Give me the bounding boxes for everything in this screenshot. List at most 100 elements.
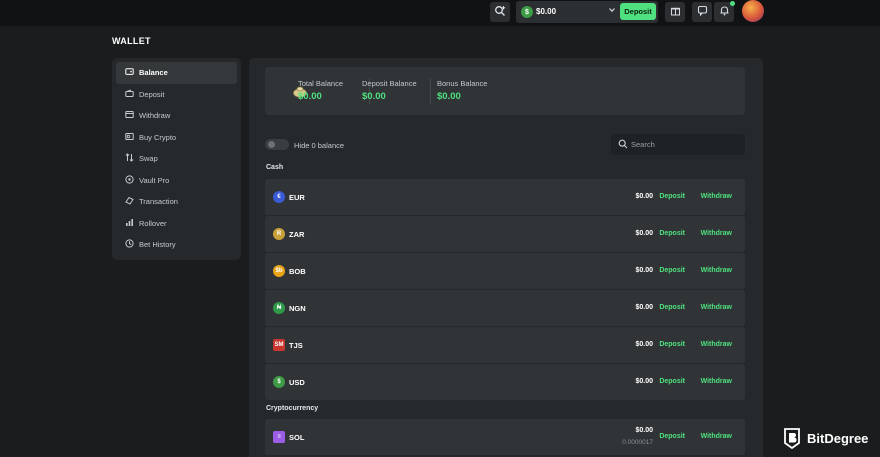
currency-row-bob: $b BOB $0.00 Deposit Withdraw — [265, 253, 745, 289]
hide-zero-balance-label: Hide 0 balance — [294, 141, 345, 150]
currency-code: ZAR — [289, 230, 305, 239]
currency-search — [611, 134, 745, 155]
deposit-balance: Deposit Balance $0.00 — [362, 79, 417, 102]
sidebar-item-vault-pro[interactable]: Vault Pro — [116, 170, 237, 192]
withdraw-link[interactable]: Withdraw — [701, 230, 732, 237]
balance-summary-card: Total Balance $0.00 Deposit Balance $0.0… — [265, 67, 745, 115]
withdraw-link[interactable]: Withdraw — [701, 267, 732, 274]
currency-amount: $0.00 — [635, 230, 653, 237]
bonus-balance: Bonus Balance $0.00 — [437, 79, 487, 102]
swap-icon — [125, 153, 136, 164]
currency-amount: $0.00 — [635, 193, 653, 200]
bell-icon — [719, 5, 730, 19]
currency-row-tjs: SM TJS $0.00 Deposit Withdraw — [265, 327, 745, 363]
withdraw-link[interactable]: Withdraw — [701, 304, 732, 311]
crypto-amount: 0.0000017 — [622, 439, 653, 446]
balance-panel: Total Balance $0.00 Deposit Balance $0.0… — [249, 58, 763, 457]
currency-row-ngn: ₦ NGN $0.00 Deposit Withdraw — [265, 290, 745, 326]
cash-section-label: Cash — [266, 164, 284, 171]
chevron-down-icon[interactable] — [608, 6, 616, 16]
search-button[interactable] — [490, 2, 510, 22]
sidebar-item-label: Rollover — [139, 218, 167, 228]
sidebar-item-label: Withdraw — [139, 111, 171, 121]
sidebar-item-buy-crypto[interactable]: Buy Crypto — [116, 127, 237, 149]
eur-coin-icon: € — [273, 191, 285, 203]
bonus-balance-label: Bonus Balance — [437, 79, 488, 88]
currency-code: SOL — [289, 433, 305, 442]
deposit-balance-value: $0.00 — [362, 91, 386, 102]
sidebar-item-withdraw[interactable]: Withdraw — [116, 105, 237, 127]
chat-icon — [697, 5, 708, 19]
hide-zero-balance-toggle[interactable] — [265, 139, 289, 150]
currency-row-sol: ≡ SOL $0.00 0.0000017 Deposit Withdraw — [265, 419, 745, 455]
transaction-icon — [125, 196, 136, 207]
deposit-link[interactable]: Deposit — [659, 193, 685, 200]
gift-icon — [670, 5, 681, 19]
balance-selector[interactable]: $ $0.00 Deposit — [516, 1, 658, 23]
withdraw-link[interactable]: Withdraw — [701, 341, 732, 348]
currency-amount: $0.00 — [635, 267, 653, 274]
zar-coin-icon: R — [273, 228, 285, 240]
withdraw-link[interactable]: Withdraw — [701, 378, 732, 385]
deposit-link[interactable]: Deposit — [659, 378, 685, 385]
card-icon — [125, 132, 136, 143]
sidebar-item-label: Vault Pro — [139, 175, 170, 185]
deposit-link[interactable]: Deposit — [659, 230, 685, 237]
gift-button[interactable] — [665, 2, 685, 22]
history-icon — [125, 239, 136, 250]
search-icon — [618, 139, 628, 151]
currency-row-zar: R ZAR $0.00 Deposit Withdraw — [265, 216, 745, 252]
rollover-icon — [125, 218, 136, 229]
search-plus-icon — [494, 5, 506, 20]
total-balance-label: Total Balance — [298, 79, 344, 88]
deposit-link[interactable]: Deposit — [659, 341, 685, 348]
deposit-balance-label: Deposit Balance — [362, 79, 417, 88]
sidebar-item-deposit[interactable]: Deposit — [116, 84, 237, 106]
currency-amount: $0.00 — [635, 341, 653, 348]
currency-amount: $0.00 — [635, 378, 653, 385]
currency-amount: $0.00 — [635, 427, 653, 434]
sidebar-item-bet-history[interactable]: Bet History — [116, 234, 237, 256]
bitdegree-watermark: BitDegree — [782, 426, 868, 450]
currency-row-eur: € EUR $0.00 Deposit Withdraw — [265, 179, 745, 215]
chat-button[interactable] — [692, 2, 712, 22]
deposit-link[interactable]: Deposit — [659, 304, 685, 311]
sidebar-item-balance[interactable]: Balance — [116, 62, 237, 84]
sidebar-item-label: Balance — [139, 68, 168, 78]
sidebar-item-transaction[interactable]: Transaction — [116, 191, 237, 213]
total-balance-value: $0.00 — [298, 91, 322, 102]
deposit-link[interactable]: Deposit — [659, 433, 685, 440]
sol-coin-icon: ≡ — [273, 431, 285, 443]
vault-icon — [125, 175, 136, 186]
deposit-icon — [125, 89, 136, 100]
usd-coin-icon: $ — [273, 376, 285, 388]
total-balance: Total Balance $0.00 — [298, 79, 343, 102]
currency-row-usd: $ USD $0.00 Deposit Withdraw — [265, 364, 745, 400]
currency-amount: $0.00 — [635, 304, 653, 311]
search-input[interactable] — [631, 137, 739, 152]
wallet-icon — [125, 67, 136, 78]
deposit-link[interactable]: Deposit — [659, 267, 685, 274]
withdraw-link[interactable]: Withdraw — [701, 193, 732, 200]
header-deposit-button[interactable]: Deposit — [620, 3, 656, 20]
wallet-sidebar: Balance Deposit Withdraw Buy Crypto Swap… — [112, 58, 241, 260]
currency-code: BOB — [289, 267, 306, 276]
sidebar-item-rollover[interactable]: Rollover — [116, 213, 237, 235]
currency-code: EUR — [289, 193, 305, 202]
sidebar-item-label: Swap — [139, 154, 158, 164]
bonus-balance-value: $0.00 — [437, 91, 461, 102]
currency-code: USD — [289, 378, 305, 387]
user-avatar[interactable] — [742, 0, 764, 22]
bitdegree-logo-icon — [782, 427, 802, 449]
sidebar-item-swap[interactable]: Swap — [116, 148, 237, 170]
withdraw-link[interactable]: Withdraw — [701, 433, 732, 440]
sidebar-item-label: Transaction — [139, 197, 178, 207]
sidebar-item-label: Deposit — [139, 89, 165, 99]
page-title: WALLET — [112, 36, 151, 46]
ngn-coin-icon: ₦ — [273, 302, 285, 314]
crypto-section-label: Cryptocurrency — [266, 405, 319, 412]
usd-coin-icon: $ — [521, 6, 533, 18]
currency-code: NGN — [289, 304, 306, 313]
watermark-text: BitDegree — [807, 430, 869, 446]
sidebar-item-label: Bet History — [139, 240, 176, 250]
